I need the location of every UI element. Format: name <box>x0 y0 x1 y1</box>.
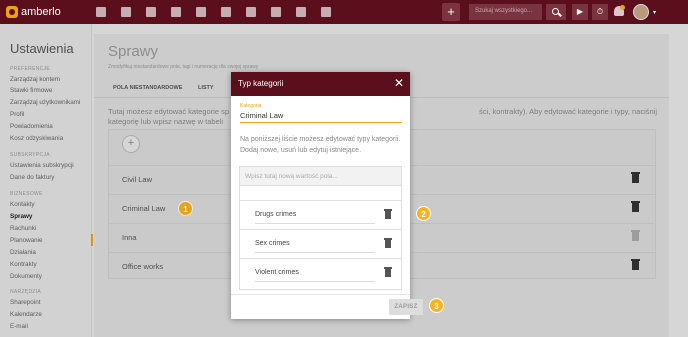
avatar[interactable] <box>633 4 649 20</box>
reports-icon[interactable] <box>313 0 338 24</box>
search-icon[interactable] <box>546 4 566 20</box>
step-badge-2: 2 <box>416 206 431 221</box>
close-icon[interactable]: ✕ <box>394 76 404 90</box>
top-bar: amberlo + Szukaj wszystkiego... ▶ ⏱ ▾ <box>0 0 688 24</box>
help-text: Na poniższej liście możesz edytować typy… <box>240 136 401 154</box>
modal-title: Typ kategorii <box>238 79 284 88</box>
list-item[interactable]: Sex crimes <box>240 229 401 258</box>
bank-icon[interactable] <box>188 0 213 24</box>
list-item[interactable]: Violent crimes <box>240 258 401 287</box>
add-button[interactable]: + <box>442 3 460 21</box>
tasks-icon[interactable] <box>213 0 238 24</box>
logo-text: amberlo <box>21 6 61 18</box>
new-value-input[interactable]: Wpisz tutaj nową wartość pola... <box>240 167 401 186</box>
contacts-icon[interactable] <box>113 0 138 24</box>
type-name[interactable]: Violent crimes <box>255 269 299 276</box>
logo[interactable]: amberlo <box>6 5 61 19</box>
trash-icon[interactable] <box>384 209 392 219</box>
list-item[interactable]: Drugs crimes <box>240 200 401 229</box>
dashboard-icon[interactable] <box>88 0 113 24</box>
save-button[interactable]: ZAPISZ <box>389 299 423 315</box>
divider <box>255 223 375 224</box>
type-name[interactable]: Sex crimes <box>255 240 290 247</box>
type-name[interactable]: Drugs crimes <box>255 211 296 218</box>
category-type-modal: Typ kategorii ✕ Kategoria Criminal Law N… <box>231 72 410 319</box>
step-badge-3: 3 <box>429 298 444 313</box>
trash-icon[interactable] <box>384 267 392 277</box>
folder-icon[interactable] <box>263 0 288 24</box>
play-button[interactable]: ▶ <box>572 4 588 20</box>
divider <box>255 252 375 253</box>
documents-icon[interactable] <box>163 0 188 24</box>
category-field-label: Kategoria <box>240 103 262 109</box>
main-nav <box>88 0 338 24</box>
types-list: Wpisz tutaj nową wartość pola... Drugs c… <box>239 166 402 290</box>
mail-icon[interactable] <box>288 0 313 24</box>
chevron-down-icon[interactable]: ▾ <box>653 9 656 16</box>
trash-icon[interactable] <box>384 238 392 248</box>
category-field[interactable]: Criminal Law <box>240 111 402 123</box>
modal-header: Typ kategorii ✕ <box>231 72 410 96</box>
briefcase-icon[interactable] <box>138 0 163 24</box>
modal-footer-divider <box>231 294 410 295</box>
logo-icon <box>6 6 18 18</box>
clock-icon[interactable] <box>238 0 263 24</box>
notification-dot <box>620 5 625 10</box>
timer-button[interactable]: ⏱ <box>592 4 608 20</box>
divider <box>255 281 375 282</box>
search-input[interactable]: Szukaj wszystkiego... <box>469 4 542 20</box>
